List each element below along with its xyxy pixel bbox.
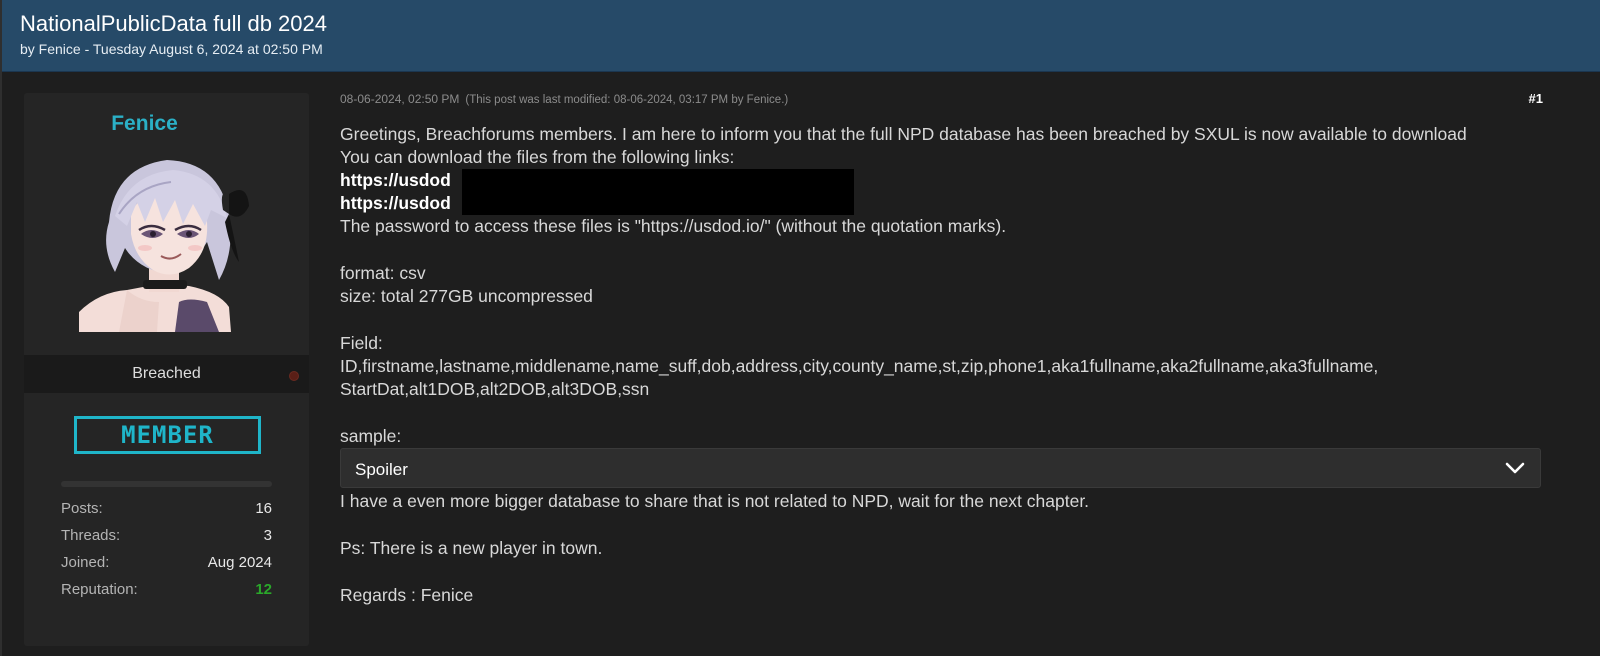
stat-row-reputation: Reputation: 12 bbox=[61, 581, 272, 601]
stat-value: 16 bbox=[255, 500, 272, 517]
stat-row-posts: Posts: 16 bbox=[61, 500, 272, 520]
thread-header: NationalPublicData full db 2024 by Fenic… bbox=[2, 0, 1600, 72]
member-badge: MEMBER bbox=[74, 416, 261, 454]
post-download-text: You can download the files from the foll… bbox=[340, 147, 735, 167]
stat-label: Posts: bbox=[61, 500, 103, 517]
post-date: 08-06-2024, 02:50 PM bbox=[340, 92, 460, 106]
post-outro: I have a even more bigger database to sh… bbox=[340, 491, 1090, 511]
redaction-block bbox=[462, 192, 854, 215]
post-format: format: csv bbox=[340, 263, 426, 283]
post-field-label: Field: bbox=[340, 333, 383, 353]
reputation-value[interactable]: 12 bbox=[255, 581, 272, 598]
post-number-link[interactable]: #1 bbox=[1529, 91, 1543, 106]
page: NationalPublicData full db 2024 by Fenic… bbox=[0, 0, 1600, 656]
download-link[interactable]: https://usdod bbox=[340, 170, 451, 190]
download-link-row: https://usdod bbox=[340, 192, 1552, 215]
stat-row-threads: Threads: 3 bbox=[61, 527, 272, 547]
chevron-down-icon bbox=[1505, 462, 1525, 474]
stat-value: Aug 2024 bbox=[207, 554, 272, 571]
post-body: Greetings, Breachforums members. I am he… bbox=[340, 123, 1552, 607]
post-size: size: total 277GB uncompressed bbox=[340, 286, 593, 306]
post-sample-label: sample: bbox=[340, 426, 402, 446]
download-link[interactable]: https://usdod bbox=[340, 193, 451, 213]
stat-row-joined: Joined: Aug 2024 bbox=[61, 554, 272, 574]
post-password: The password to access these files is "h… bbox=[340, 216, 1007, 236]
username-link[interactable]: Fenice bbox=[2, 112, 287, 136]
post-ps: Ps: There is a new player in town. bbox=[340, 538, 603, 558]
stat-label: Joined: bbox=[61, 554, 110, 571]
offline-status-icon bbox=[289, 371, 299, 381]
post-edit-note: (This post was last modified: 08-06-2024… bbox=[465, 94, 789, 106]
user-rank-bar: Breached bbox=[24, 355, 309, 393]
spoiler-toggle[interactable]: Spoiler bbox=[340, 448, 1541, 488]
spoiler-label: Spoiler bbox=[355, 460, 408, 479]
thread-title: NationalPublicData full db 2024 bbox=[20, 11, 327, 36]
thread-subtitle: by Fenice - Tuesday August 6, 2024 at 02… bbox=[20, 41, 323, 57]
download-link-row: https://usdod bbox=[340, 169, 1552, 192]
stat-label: Reputation: bbox=[61, 581, 138, 598]
avatar[interactable] bbox=[79, 152, 259, 332]
stat-label: Threads: bbox=[61, 527, 121, 544]
post-intro: Greetings, Breachforums members. I am he… bbox=[340, 124, 1467, 144]
redaction-block bbox=[462, 169, 854, 192]
post-regards: Regards : Fenice bbox=[340, 585, 474, 605]
post-meta: 08-06-2024, 02:50 PM (This post was last … bbox=[340, 92, 788, 106]
stat-value: 3 bbox=[263, 527, 272, 544]
user-progress-bar bbox=[61, 481, 272, 487]
post-fields: ID,firstname,lastname,middlename,name_su… bbox=[340, 356, 1379, 399]
user-rank-label: Breached bbox=[132, 365, 201, 382]
